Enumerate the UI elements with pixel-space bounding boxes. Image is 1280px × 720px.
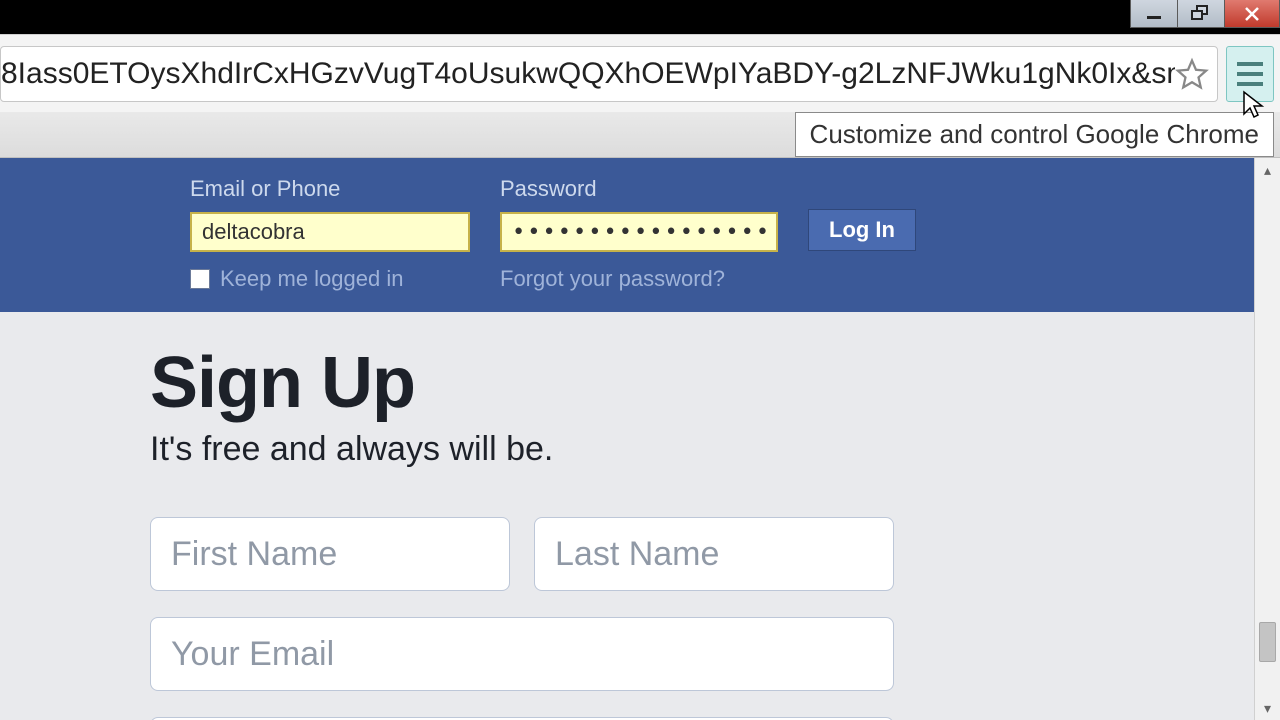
keep-logged-label: Keep me logged in [220, 266, 403, 292]
window-titlebar [0, 0, 1280, 34]
last-name-field[interactable] [534, 517, 894, 591]
scrollbar-thumb[interactable] [1259, 622, 1276, 662]
scroll-up-arrow-icon[interactable]: ▴ [1255, 158, 1280, 182]
page-content: Email or Phone Keep me logged in Passwor… [0, 158, 1254, 720]
password-field[interactable] [500, 212, 778, 252]
first-name-field[interactable] [150, 517, 510, 591]
login-header: Email or Phone Keep me logged in Passwor… [0, 158, 1254, 312]
signup-subheading: It's free and always will be. [150, 430, 1254, 469]
scroll-down-arrow-icon[interactable]: ▾ [1255, 696, 1280, 720]
email-field[interactable] [190, 212, 470, 252]
password-label: Password [500, 176, 778, 202]
chrome-menu-tooltip: Customize and control Google Chrome [795, 112, 1274, 157]
address-bar-text[interactable]: 8Iass0ETOysXhdIrCxHGzvVugT4oUsukwQQXhOEW… [1, 57, 1175, 91]
forgot-password-link[interactable]: Forgot your password? [500, 266, 778, 292]
signup-heading: Sign Up [150, 342, 1254, 424]
window-close-button[interactable] [1224, 0, 1280, 28]
keep-logged-checkbox[interactable] [190, 269, 210, 289]
login-button[interactable]: Log In [808, 209, 916, 251]
bookmark-star-icon[interactable] [1175, 57, 1209, 91]
window-maximize-button[interactable] [1177, 0, 1225, 28]
browser-toolbar: 8Iass0ETOysXhdIrCxHGzvVugT4oUsukwQQXhOEW… [0, 34, 1280, 112]
email-label: Email or Phone [190, 176, 470, 202]
hamburger-icon [1237, 62, 1263, 66]
address-bar[interactable]: 8Iass0ETOysXhdIrCxHGzvVugT4oUsukwQQXhOEW… [0, 46, 1218, 102]
vertical-scrollbar[interactable]: ▴ ▾ [1254, 158, 1280, 720]
signup-section: Sign Up It's free and always will be. [0, 312, 1254, 720]
mouse-cursor-icon [1242, 90, 1266, 120]
scrollbar-track[interactable] [1255, 182, 1280, 696]
signup-email-field[interactable] [150, 617, 894, 691]
window-minimize-button[interactable] [1130, 0, 1178, 28]
